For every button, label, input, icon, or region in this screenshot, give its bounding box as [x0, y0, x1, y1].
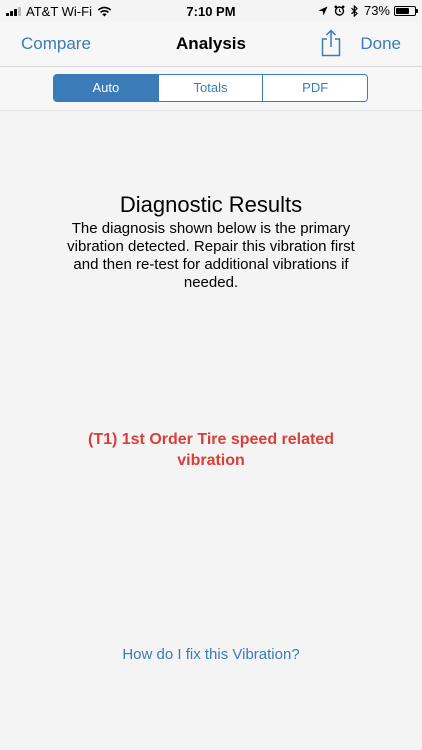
alarm-icon [334, 5, 345, 16]
fix-vibration-link[interactable]: How do I fix this Vibration? [0, 646, 422, 663]
segment-auto[interactable]: Auto [54, 75, 158, 101]
battery-level-fill [396, 7, 410, 14]
diagnosis-text: (T1) 1st Order Tire speed related vibrat… [87, 431, 334, 469]
share-icon[interactable] [320, 29, 342, 57]
status-right: 73% [312, 3, 418, 18]
segment-bar: Auto Totals PDF [0, 67, 422, 111]
battery-percent: 73% [363, 3, 390, 18]
battery-icon [394, 5, 418, 16]
page-title: Analysis [176, 34, 246, 53]
segment-totals[interactable]: Totals [157, 75, 263, 101]
bluetooth-icon [351, 4, 358, 17]
segment-pdf[interactable]: PDF [262, 75, 367, 101]
results-title: Diagnostic Results [119, 192, 303, 217]
segmented-control: Auto Totals PDF [53, 74, 368, 102]
done-button[interactable]: Done [360, 34, 401, 54]
status-bar: AT&T Wi-Fi 7:10 PM 73% [0, 0, 422, 22]
location-arrow-icon [318, 6, 328, 16]
navigation-bar: Compare Analysis Done [0, 22, 422, 67]
results-description: The diagnosis shown below is the primary… [67, 220, 355, 291]
